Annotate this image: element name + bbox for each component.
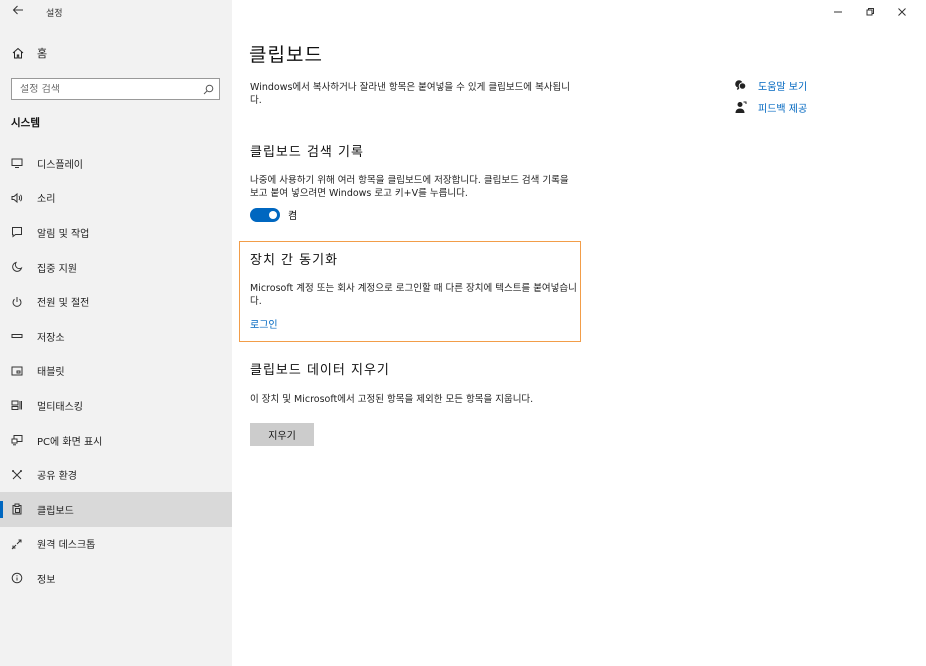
- sidebar-item-label: 정보: [37, 574, 56, 586]
- sidebar-item-remote-desktop[interactable]: 원격 데스크톱: [0, 527, 232, 562]
- restore-button[interactable]: [854, 4, 886, 20]
- history-heading: 클립보드 검색 기록: [250, 145, 364, 160]
- back-arrow-icon: [12, 5, 23, 15]
- restore-icon: [866, 8, 874, 16]
- home-label: 홈: [37, 47, 48, 60]
- notification-icon: [11, 226, 23, 239]
- sidebar-item-label: 저장소: [37, 332, 65, 344]
- sidebar-item-multitasking[interactable]: 멀티태스킹: [0, 388, 232, 423]
- sidebar-item-tablet[interactable]: 태블릿: [0, 354, 232, 389]
- sidebar-item-power[interactable]: 전원 및 절전: [0, 284, 232, 319]
- feedback-person-icon: [735, 101, 747, 113]
- window-controls: [822, 4, 918, 20]
- sidebar-item-label: 소리: [37, 194, 56, 206]
- minimize-button[interactable]: [822, 4, 854, 20]
- toggle-state-label: 켬: [288, 211, 298, 222]
- main-content: 클립보드 Windows에서 복사하거나 잘라낸 항목은 붙여넣을 수 있게 클…: [232, 0, 926, 666]
- sidebar-item-label: 집중 지원: [37, 263, 77, 275]
- sidebar-item-sound[interactable]: 소리: [0, 181, 232, 216]
- intro-text: Windows에서 복사하거나 잘라낸 항목은 붙여넣을 수 있게 클립보드에 …: [250, 82, 571, 106]
- power-icon: [11, 296, 23, 308]
- section-title-system: 시스템: [11, 117, 40, 129]
- chat-help-icon: [735, 79, 747, 90]
- sidebar-item-label: PC에 화면 표시: [37, 436, 103, 448]
- home-link[interactable]: 홈: [11, 44, 47, 62]
- sidebar-item-clipboard[interactable]: 클립보드: [0, 491, 232, 527]
- moon-icon: [11, 261, 23, 273]
- sidebar-item-label: 전원 및 절전: [37, 298, 90, 310]
- remote-desktop-icon: [11, 538, 23, 550]
- sidebar-item-label: 공유 환경: [37, 471, 77, 483]
- sidebar-nav: 디스플레이 소리 알림 및 작업 집중 지원 전원 및 절전 저장소 태블릿 멀…: [0, 146, 232, 596]
- clear-description: 이 장치 및 Microsoft에서 고정된 항목을 제외한 모든 항목을 지웁…: [250, 394, 534, 405]
- project-icon: [11, 434, 23, 446]
- home-icon: [12, 47, 24, 59]
- multitasking-icon: [11, 399, 23, 411]
- sidebar-item-label: 디스플레이: [37, 159, 83, 171]
- storage-icon: [11, 330, 23, 342]
- sidebar: 설정 홈 시스템 디스플레이 소리 알림 및 작업 집중 지원 전원 및 절전: [0, 0, 232, 666]
- display-icon: [11, 157, 23, 169]
- sidebar-item-storage[interactable]: 저장소: [0, 319, 232, 354]
- clipboard-icon: [11, 503, 23, 515]
- page-title: 클립보드: [249, 44, 323, 66]
- sidebar-item-shared-experiences[interactable]: 공유 환경: [0, 457, 232, 492]
- sidebar-item-label: 태블릿: [37, 367, 65, 379]
- sidebar-item-display[interactable]: 디스플레이: [0, 146, 232, 181]
- close-button[interactable]: [886, 4, 918, 20]
- feedback-label: 피드백 제공: [758, 103, 808, 115]
- sidebar-item-label: 클립보드: [37, 505, 74, 517]
- back-button[interactable]: [12, 4, 26, 20]
- sidebar-item-label: 멀티태스킹: [37, 401, 83, 413]
- clipboard-history-toggle[interactable]: [250, 207, 280, 222]
- minimize-icon: [834, 11, 842, 13]
- sidebar-item-label: 알림 및 작업: [37, 228, 90, 240]
- search-input[interactable]: [20, 83, 190, 95]
- close-icon: [898, 8, 906, 16]
- sync-description: Microsoft 계정 또는 회사 계정으로 로그인할 때 다른 장치에 텍스…: [250, 283, 577, 307]
- sidebar-item-notifications[interactable]: 알림 및 작업: [0, 215, 232, 250]
- info-icon: [11, 572, 23, 584]
- search-icon[interactable]: [203, 84, 214, 95]
- get-help-label: 도움말 보기: [758, 81, 808, 93]
- history-toggle-row: 켬: [250, 207, 297, 222]
- sidebar-item-focus-assist[interactable]: 집중 지원: [0, 250, 232, 285]
- clear-button[interactable]: 지우기: [250, 423, 314, 446]
- feedback-link[interactable]: 피드백 제공: [734, 96, 807, 118]
- sidebar-item-project-to-pc[interactable]: PC에 화면 표시: [0, 423, 232, 458]
- speaker-icon: [11, 192, 23, 204]
- window-title: 설정: [46, 9, 63, 19]
- sidebar-item-about[interactable]: 정보: [0, 561, 232, 596]
- shared-experiences-icon: [11, 469, 23, 481]
- sidebar-item-label: 원격 데스크톱: [37, 540, 96, 552]
- help-links: 도움말 보기 피드백 제공: [734, 74, 807, 118]
- get-help-link[interactable]: 도움말 보기: [734, 74, 807, 96]
- signin-link[interactable]: 로그인: [250, 316, 278, 331]
- sync-heading: 장치 간 동기화: [250, 253, 339, 268]
- tablet-icon: [11, 365, 23, 377]
- clear-heading: 클립보드 데이터 지우기: [250, 363, 390, 378]
- toggle-knob: [269, 210, 277, 219]
- settings-search[interactable]: [11, 78, 220, 100]
- history-description: 나중에 사용하기 위해 여러 항목을 클립보드에 저장합니다. 클립보드 검색 …: [250, 175, 569, 199]
